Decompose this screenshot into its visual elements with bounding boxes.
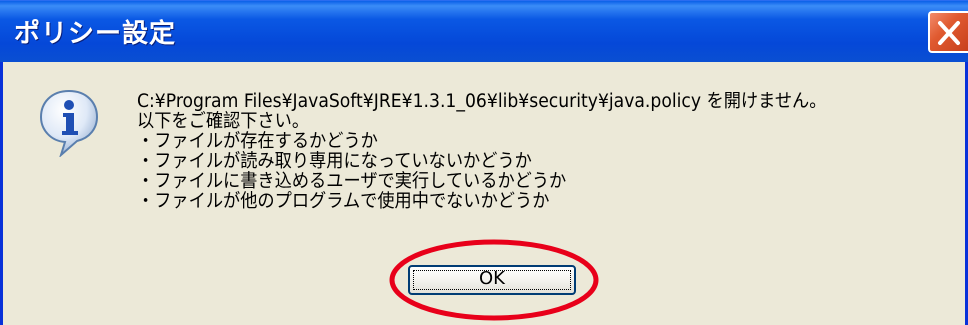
message-line: ・ファイルが他のプログラムで使用中でないかどうか xyxy=(137,191,550,212)
ok-button[interactable]: OK xyxy=(408,265,576,295)
policy-dialog-window: ポリシー設定 C:¥Program Files¥JavaSoft¥JRE¥1.3… xyxy=(0,0,968,325)
info-icon xyxy=(39,89,99,157)
dialog-body: C:¥Program Files¥JavaSoft¥JRE¥1.3.1_06¥l… xyxy=(3,62,965,325)
message-line: ・ファイルが読み取り専用になっていないかどうか xyxy=(137,151,532,172)
window-title: ポリシー設定 xyxy=(14,19,177,49)
message-text: C:¥Program Files¥JavaSoft¥JRE¥1.3.1_06¥l… xyxy=(137,92,900,212)
message-line: 以下をご確認下さい。 xyxy=(137,111,310,132)
title-bar[interactable]: ポリシー設定 xyxy=(0,0,968,62)
message-line: ・ファイルに書き込めるユーザで実行しているかどうか xyxy=(137,171,567,192)
close-button[interactable] xyxy=(928,11,968,53)
message-line: ・ファイルが存在するかどうか xyxy=(137,131,378,152)
ok-button-label: OK xyxy=(479,268,505,289)
message-line: C:¥Program Files¥JavaSoft¥JRE¥1.3.1_06¥l… xyxy=(137,91,827,112)
close-icon xyxy=(938,21,960,45)
